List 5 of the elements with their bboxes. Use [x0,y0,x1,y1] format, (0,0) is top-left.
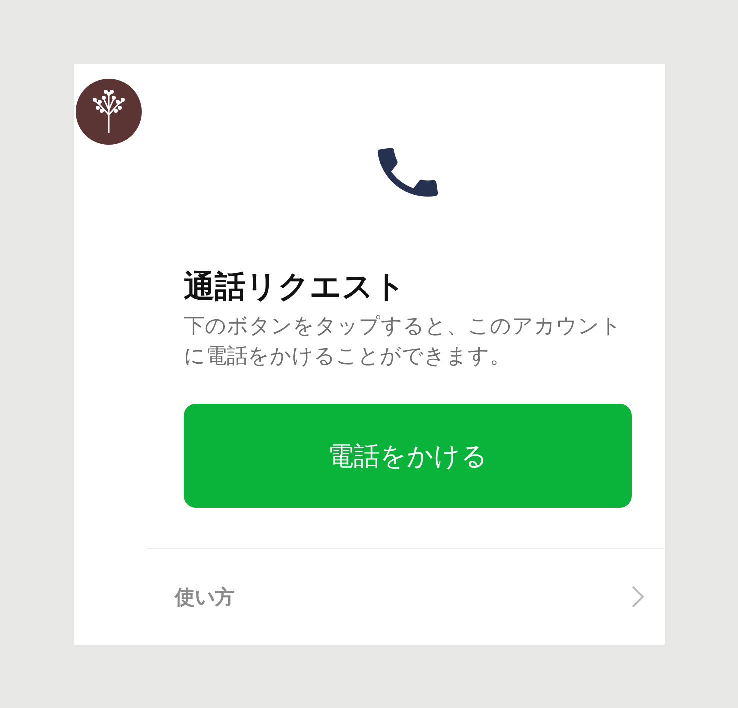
help-link[interactable]: 使い方 [175,584,235,610]
description: 下のボタンをタップすると、このアカウントに電話をかけることができます。 [184,313,623,370]
call-button[interactable]: 電話をかける [184,404,632,508]
chevron-icon [631,585,645,609]
title: 通話リクエスト [184,268,407,307]
